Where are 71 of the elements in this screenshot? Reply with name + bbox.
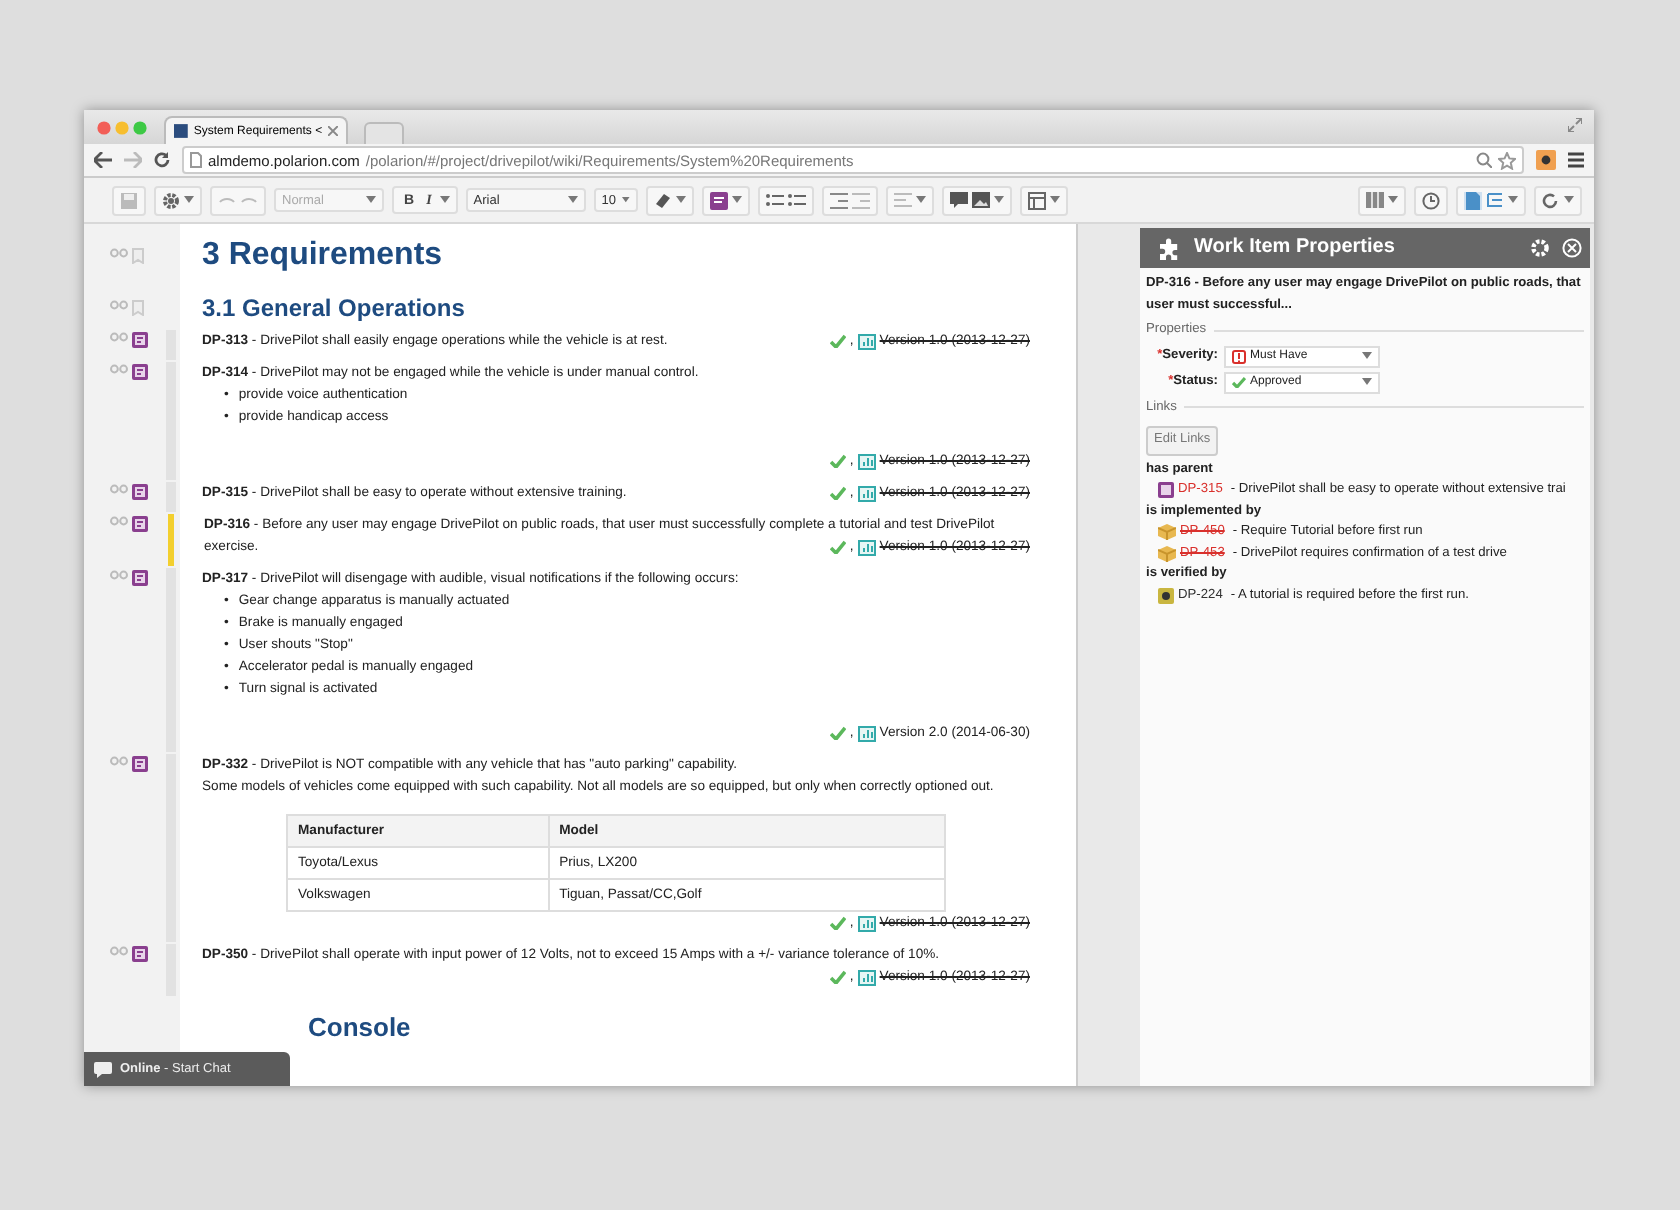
- columns-icon[interactable]: [1366, 191, 1384, 209]
- exclamation-icon: [1232, 349, 1246, 363]
- menu-icon[interactable]: [1568, 152, 1584, 168]
- caret-icon[interactable]: [366, 196, 376, 204]
- caret-icon[interactable]: [622, 196, 630, 204]
- settings-icon[interactable]: [1530, 238, 1550, 258]
- check-icon: [829, 726, 846, 740]
- outline-icon[interactable]: [1486, 191, 1504, 209]
- work-item-icon[interactable]: [132, 516, 148, 532]
- chart-icon[interactable]: [857, 969, 876, 985]
- gear-icon[interactable]: [162, 191, 180, 209]
- chart-icon[interactable]: [857, 333, 876, 349]
- work-item-icon[interactable]: [132, 946, 148, 962]
- chart-icon[interactable]: [857, 915, 876, 931]
- chart-icon[interactable]: [857, 539, 876, 555]
- bullet-list-icon[interactable]: [787, 191, 806, 209]
- chart-icon[interactable]: [857, 725, 876, 741]
- work-item-icon[interactable]: [709, 191, 728, 209]
- zoom-icon[interactable]: [1476, 152, 1492, 168]
- eraser-icon[interactable]: [653, 191, 672, 209]
- work-item-icon[interactable]: [132, 484, 148, 500]
- extension-icon[interactable]: [1536, 150, 1556, 170]
- work-item-icon: [1158, 482, 1174, 499]
- work-item-icon[interactable]: [132, 332, 148, 348]
- check-icon: [829, 540, 846, 554]
- close-icon[interactable]: [328, 126, 338, 136]
- clock-icon[interactable]: [1422, 191, 1440, 209]
- check-icon: [1232, 376, 1246, 388]
- check-icon: [829, 486, 846, 500]
- caret-icon[interactable]: [915, 196, 926, 204]
- work-item-icon[interactable]: [132, 570, 148, 586]
- panel-title: Work Item Properties: [1194, 237, 1397, 259]
- caret-icon[interactable]: [1362, 352, 1372, 360]
- caret-icon[interactable]: [1362, 378, 1372, 386]
- fullscreen-icon[interactable]: [1568, 118, 1582, 132]
- caret-icon[interactable]: [1049, 196, 1060, 204]
- document-icon[interactable]: [1464, 191, 1482, 209]
- subheading: Console: [308, 1010, 413, 1046]
- indent-icon[interactable]: [829, 191, 848, 209]
- table-icon[interactable]: [1027, 191, 1046, 209]
- comment-icon[interactable]: [949, 191, 968, 209]
- caret-icon[interactable]: [1508, 196, 1518, 204]
- check-icon: [829, 970, 846, 984]
- back-icon[interactable]: [94, 152, 112, 168]
- window-controls-drawing[interactable]: [96, 120, 148, 136]
- caret-icon[interactable]: [993, 196, 1004, 204]
- heading: 3 Requirements: [202, 236, 445, 276]
- caret-icon[interactable]: [675, 196, 686, 204]
- speech-bubble-icon: [94, 1061, 112, 1077]
- image-icon[interactable]: [971, 191, 990, 209]
- work-item-icon[interactable]: [132, 364, 148, 380]
- caret-icon[interactable]: [1564, 196, 1574, 204]
- box-icon: [1158, 524, 1176, 541]
- check-icon: [829, 334, 846, 348]
- caret-icon[interactable]: [731, 196, 742, 204]
- puzzle-icon: [1156, 237, 1182, 259]
- check-icon: [829, 454, 846, 468]
- caret-icon[interactable]: [567, 196, 578, 204]
- refresh-icon[interactable]: [1542, 191, 1560, 209]
- test-icon: [1158, 587, 1174, 604]
- check-icon: [829, 916, 846, 930]
- caret-icon[interactable]: [439, 196, 450, 204]
- work-item-icon[interactable]: [132, 756, 148, 772]
- caret-icon[interactable]: [1388, 196, 1398, 204]
- chart-icon[interactable]: [857, 453, 876, 469]
- box-icon: [1158, 545, 1176, 562]
- chart-icon[interactable]: [857, 485, 876, 501]
- reload-icon[interactable]: [154, 152, 170, 168]
- caret-icon[interactable]: [184, 196, 194, 204]
- star-icon[interactable]: [1498, 151, 1516, 169]
- subheading: 3.1 General Operations: [202, 292, 467, 326]
